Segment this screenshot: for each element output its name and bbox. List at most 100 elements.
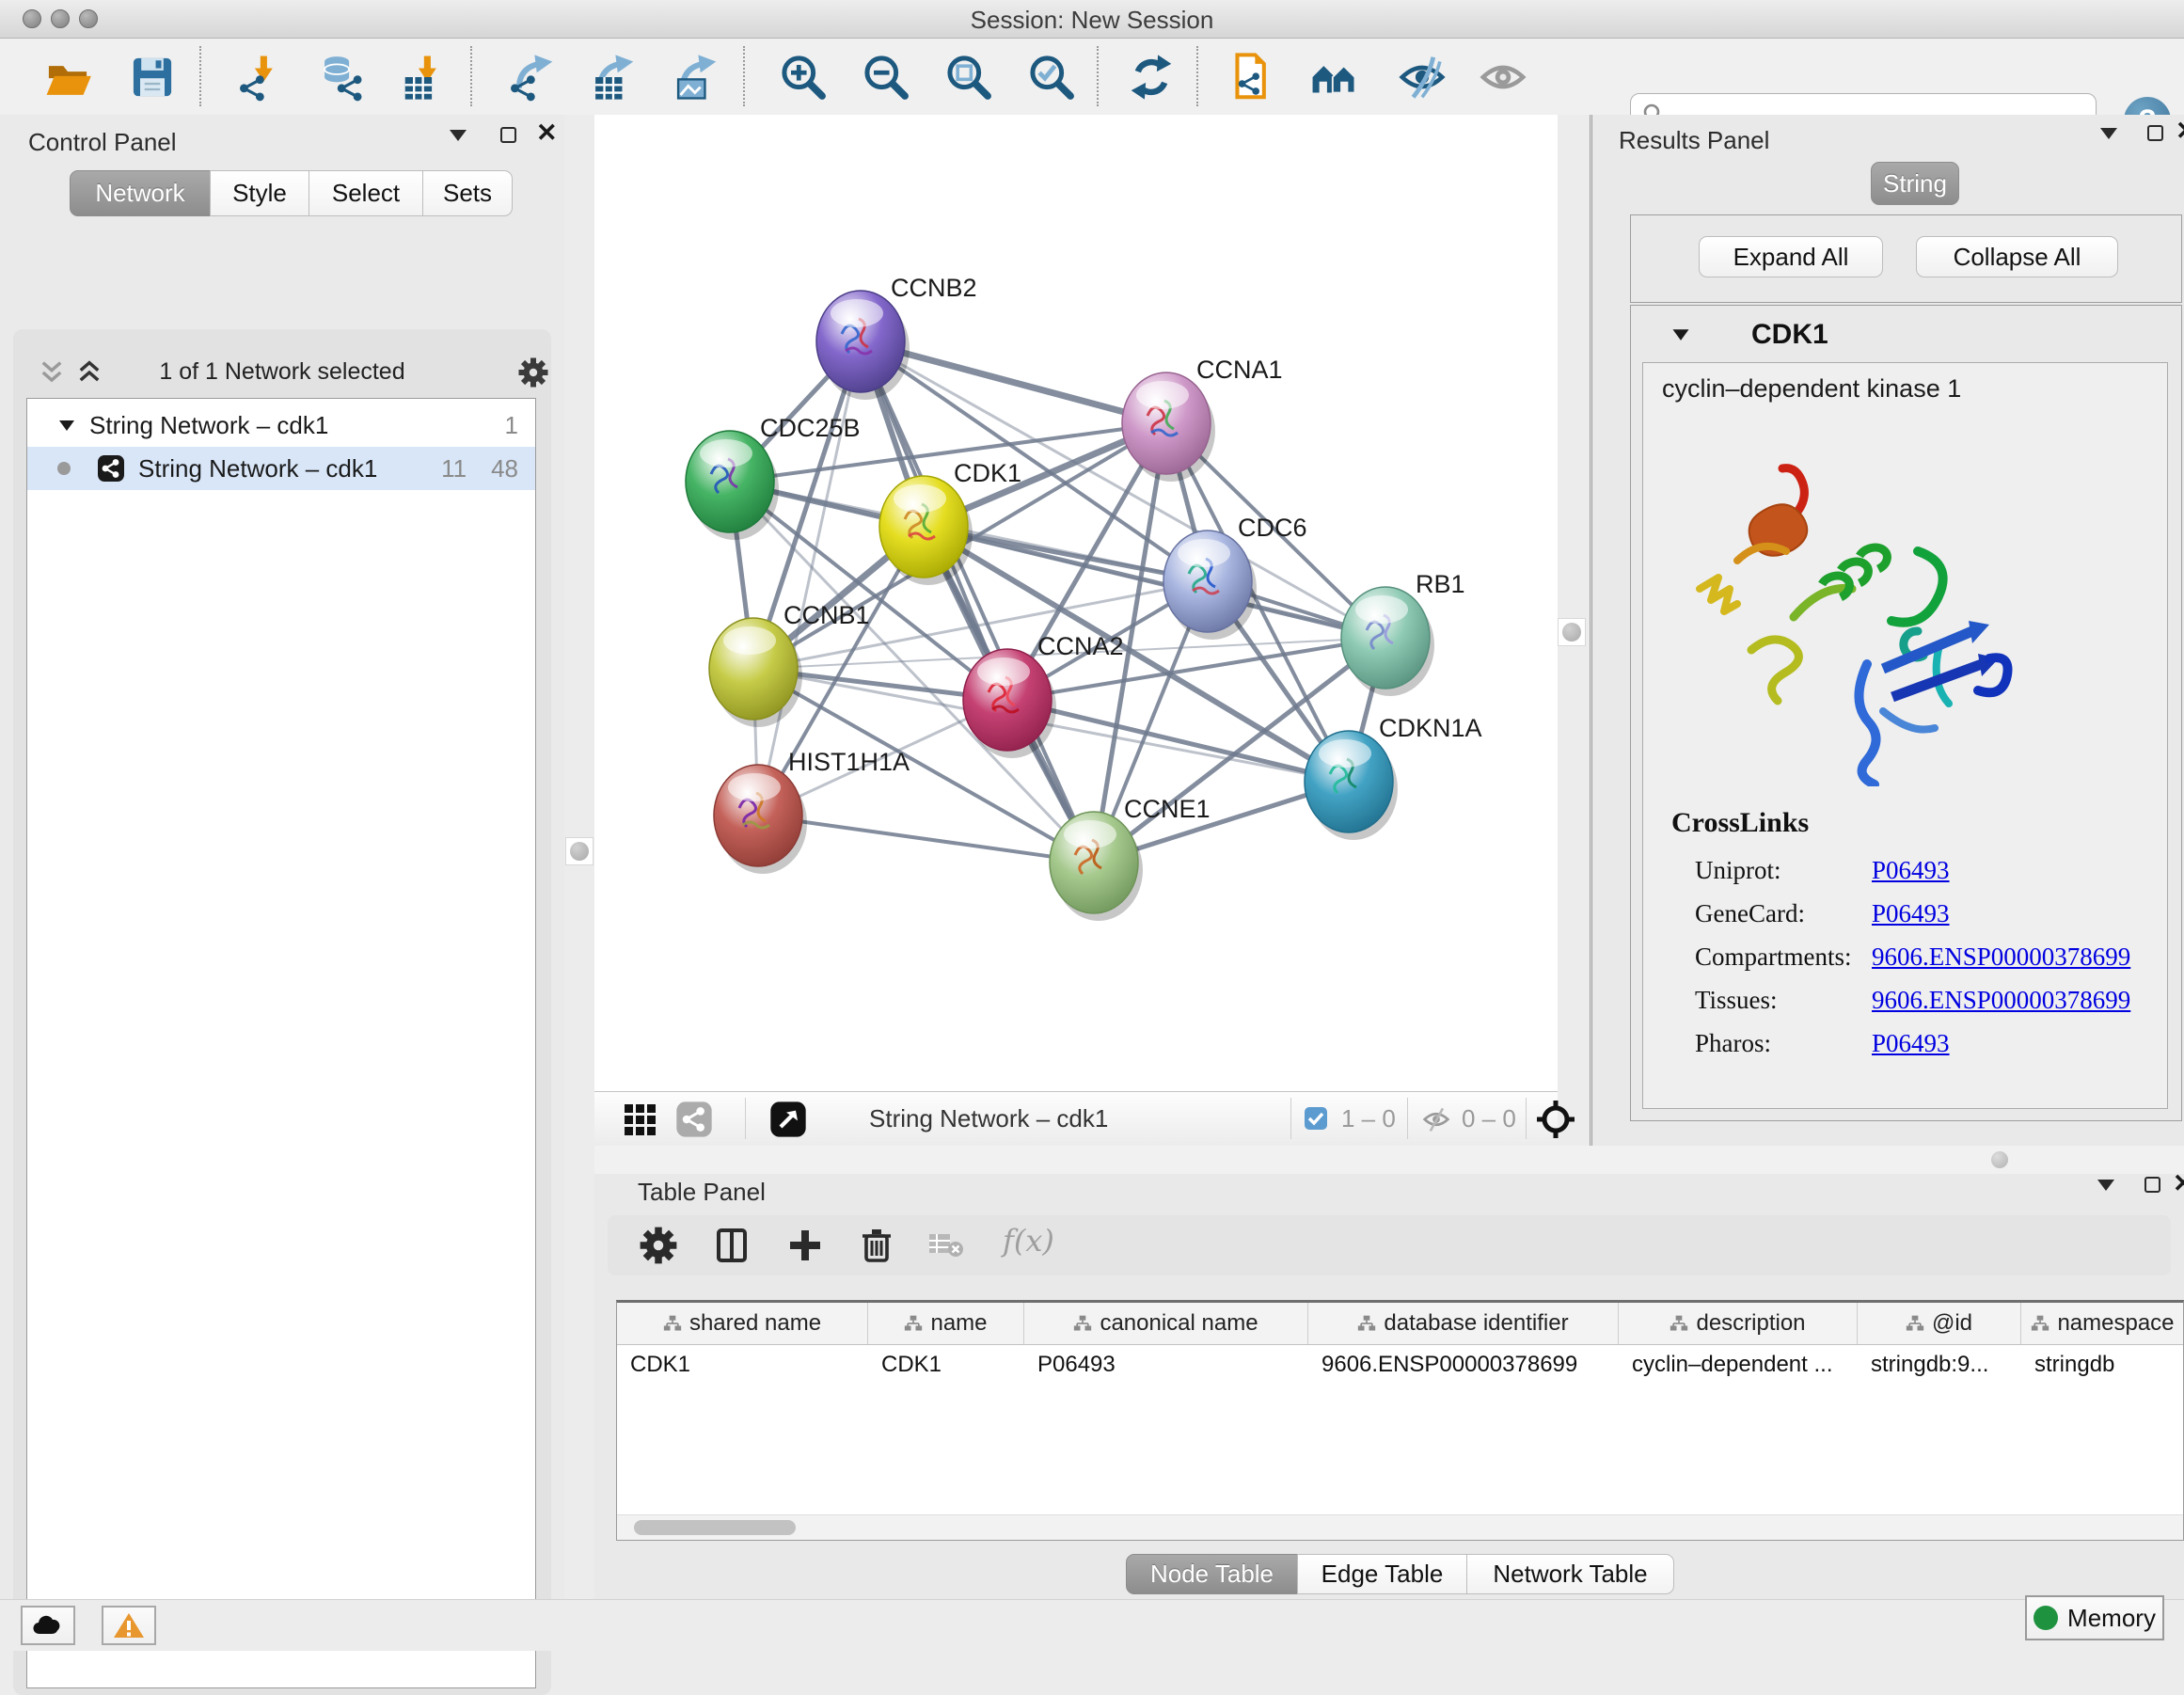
cloud-status-button[interactable] [21, 1606, 75, 1645]
export-table-button[interactable] [583, 50, 643, 104]
column-header-namespace[interactable]: namespace [2021, 1303, 2184, 1344]
column-header-name[interactable]: name [868, 1303, 1024, 1344]
network-node-CDC6[interactable]: CDC6 [1163, 514, 1307, 640]
column-header-sharedname[interactable]: shared name [617, 1303, 868, 1344]
refresh-button[interactable] [1121, 50, 1181, 104]
first-neighbors-button[interactable] [1304, 50, 1364, 104]
control-panel-float-button[interactable] [450, 130, 467, 144]
title-bar: Session: New Session [0, 0, 2184, 39]
horizontal-splitter[interactable] [594, 1146, 2184, 1174]
birds-eye-view-button[interactable] [1535, 1099, 1576, 1140]
right-splitter-handle[interactable] [1558, 618, 1586, 646]
control-panel-maximize-button[interactable] [500, 127, 516, 146]
table-horizontal-scrollbar[interactable] [617, 1514, 2183, 1540]
network-collection-row[interactable]: String Network – cdk1 1 [27, 404, 535, 447]
table-panel-maximize-button[interactable] [2144, 1177, 2160, 1196]
crosslink-link[interactable]: P06493 [1872, 856, 1950, 885]
tab-style[interactable]: Style [210, 170, 309, 216]
column-header-description[interactable]: description [1619, 1303, 1858, 1344]
network-edge [758, 816, 1094, 863]
delete-column-button[interactable] [856, 1225, 897, 1266]
import-network-from-database-button[interactable] [312, 50, 372, 104]
tab-sets[interactable]: Sets [422, 170, 513, 216]
external-window-icon [769, 1101, 807, 1138]
show-columns-button[interactable] [711, 1225, 752, 1266]
crosslink-link[interactable]: 9606.ENSP00000378699 [1872, 986, 2130, 1015]
zoom-out-icon [862, 53, 910, 102]
gene-section-header[interactable]: CDK1 [1631, 306, 2181, 362]
network-canvas[interactable]: CCNB2 CCNA1 CDC25B CDK1 CDC6 [594, 115, 1558, 1091]
tab-network-table[interactable]: Network Table [1466, 1554, 1674, 1594]
column-header-canonicalname[interactable]: canonical name [1024, 1303, 1308, 1344]
zoom-out-button[interactable] [856, 50, 916, 104]
selected-nodes-checkbox[interactable] [1304, 1106, 1328, 1131]
network-options-gear-button[interactable] [517, 356, 549, 388]
tab-network[interactable]: Network [70, 170, 211, 216]
crosslink-link[interactable]: P06493 [1872, 899, 1950, 928]
network-node-CDC25B[interactable]: CDC25B [686, 414, 861, 540]
collapse-all-button[interactable]: Collapse All [1916, 236, 2118, 277]
create-column-button[interactable] [784, 1225, 826, 1266]
column-type-icon [904, 1314, 923, 1333]
export-network-button[interactable] [502, 50, 562, 104]
tab-edge-table[interactable]: Edge Table [1297, 1554, 1467, 1594]
share-icon [675, 1101, 713, 1138]
zoom-selected-button[interactable] [1021, 50, 1082, 104]
column-header-databaseidentifier[interactable]: database identifier [1308, 1303, 1619, 1344]
plus-icon [784, 1225, 826, 1266]
left-splitter[interactable] [564, 115, 594, 1599]
table-row[interactable]: CDK1CDK1P064939606.ENSP00000378699cyclin… [617, 1344, 2184, 1386]
hide-selected-button[interactable] [1392, 50, 1452, 104]
zoom-selected-icon [1027, 53, 1076, 102]
network-row-selected[interactable]: String Network – cdk1 11 48 [27, 447, 535, 490]
save-session-button[interactable] [122, 50, 182, 104]
detach-view-button[interactable] [769, 1101, 807, 1138]
crosslink-link[interactable]: 9606.ENSP00000378699 [1872, 943, 2130, 972]
import-table-from-file-button[interactable] [395, 50, 455, 104]
import-network-from-file-button[interactable] [231, 50, 292, 104]
grid-view-button[interactable] [621, 1101, 658, 1138]
trash-icon [856, 1225, 897, 1266]
tab-select[interactable]: Select [309, 170, 423, 216]
column-header-id[interactable]: @id [1858, 1303, 2021, 1344]
table-cell: cyclin–dependent ... [1619, 1344, 1858, 1386]
zoom-fit-button[interactable] [939, 50, 999, 104]
delete-table-button-disabled [927, 1230, 965, 1260]
tab-node-table[interactable]: Node Table [1126, 1554, 1298, 1594]
delete-table-icon [927, 1230, 965, 1260]
horizontal-splitter-handle[interactable] [1991, 1151, 2008, 1168]
control-panel-close-button[interactable]: ✕ [536, 123, 558, 144]
eye-slash-icon [1420, 1103, 1452, 1135]
new-network-from-selection-button[interactable] [1223, 50, 1283, 104]
network-node-CCNB2[interactable]: CCNB2 [816, 274, 977, 400]
table-options-gear-button[interactable] [638, 1225, 679, 1266]
table-panel-float-button[interactable] [2097, 1180, 2114, 1194]
crosslink-link[interactable]: P06493 [1872, 1029, 1950, 1058]
network-node-HIST1H1A[interactable]: HIST1H1A [714, 748, 910, 874]
results-panel-maximize-button[interactable] [2147, 125, 2163, 144]
network-view[interactable]: CCNB2 CCNA1 CDC25B CDK1 CDC6 [594, 115, 1558, 1146]
results-panel-float-button[interactable] [2100, 128, 2117, 142]
show-all-button[interactable] [1473, 50, 1533, 104]
network-node-RB1[interactable]: RB1 [1341, 570, 1465, 696]
expand-all-button[interactable]: Expand All [1699, 236, 1883, 277]
zoom-in-button[interactable] [773, 50, 833, 104]
network-node-CDKN1A[interactable]: CDKN1A [1305, 714, 1482, 840]
network-node-CCNA1[interactable]: CCNA1 [1122, 356, 1283, 482]
network-overview-button[interactable] [675, 1101, 713, 1138]
results-tab-string[interactable]: String [1871, 162, 1959, 205]
memory-button[interactable]: Memory [2025, 1595, 2164, 1640]
warning-status-button[interactable] [102, 1606, 156, 1645]
right-splitter[interactable] [1558, 115, 1590, 1146]
hidden-elements-button[interactable] [1420, 1103, 1452, 1135]
network-label: String Network – cdk1 [138, 454, 377, 483]
table-panel-close-button[interactable]: ✕ [2173, 1174, 2184, 1195]
export-network-icon [508, 53, 557, 102]
results-panel-close-button[interactable]: ✕ [2176, 121, 2184, 142]
crosslink-label: GeneCard: [1695, 899, 1805, 928]
export-image-button[interactable] [666, 50, 726, 104]
left-splitter-handle[interactable] [565, 837, 593, 865]
warning-icon [113, 1611, 145, 1640]
open-file-button[interactable] [38, 50, 98, 104]
scrollbar-thumb[interactable] [634, 1520, 796, 1535]
